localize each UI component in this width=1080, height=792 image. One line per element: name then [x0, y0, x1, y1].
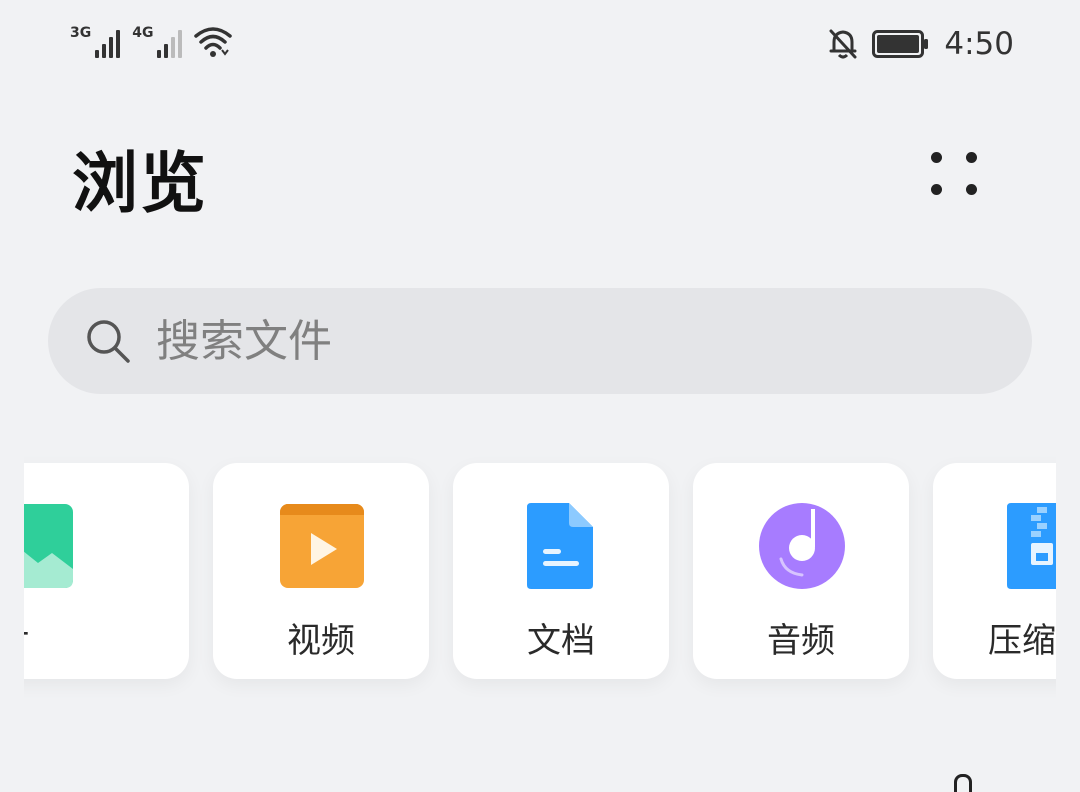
signal-icon	[95, 26, 121, 58]
status-left: 3G 4G	[70, 24, 233, 58]
page-title: 浏览	[72, 145, 208, 222]
search-input[interactable]	[156, 315, 956, 367]
network-4g-label: 4G	[132, 25, 154, 41]
category-audio[interactable]: 音频	[693, 463, 909, 679]
category-videos[interactable]: 视频	[213, 463, 429, 679]
category-list: 图片 视频 文档 音频	[24, 440, 1056, 705]
category-label: 视频	[287, 621, 355, 661]
category-archives[interactable]: 压缩	[933, 463, 1056, 679]
status-bar: 3G 4G 4:50	[0, 0, 1080, 90]
document-icon	[527, 503, 593, 589]
more-button[interactable]	[920, 142, 990, 208]
category-documents[interactable]: 文档	[453, 463, 669, 679]
network-3g-label: 3G	[70, 25, 92, 41]
scroll-indicator	[954, 774, 972, 792]
battery-icon	[872, 30, 929, 58]
wifi-icon	[194, 27, 233, 57]
category-label: 文档	[527, 621, 595, 661]
status-right: 4:50	[828, 26, 1014, 62]
archive-icon	[1007, 503, 1056, 589]
search-icon	[87, 320, 130, 363]
category-images[interactable]: 图片	[24, 463, 189, 679]
audio-icon	[759, 503, 845, 589]
category-label: 压缩	[988, 621, 1056, 661]
image-icon	[24, 504, 73, 588]
video-icon	[280, 504, 364, 588]
network-3g: 3G	[70, 25, 121, 58]
search-bar[interactable]	[48, 288, 1032, 394]
signal-icon-2	[157, 26, 183, 58]
network-4g: 4G	[132, 25, 183, 58]
category-label: 图片	[24, 613, 105, 662]
clock: 4:50	[944, 26, 1014, 62]
notifications-off-icon	[829, 29, 857, 59]
category-label: 音频	[767, 621, 835, 661]
